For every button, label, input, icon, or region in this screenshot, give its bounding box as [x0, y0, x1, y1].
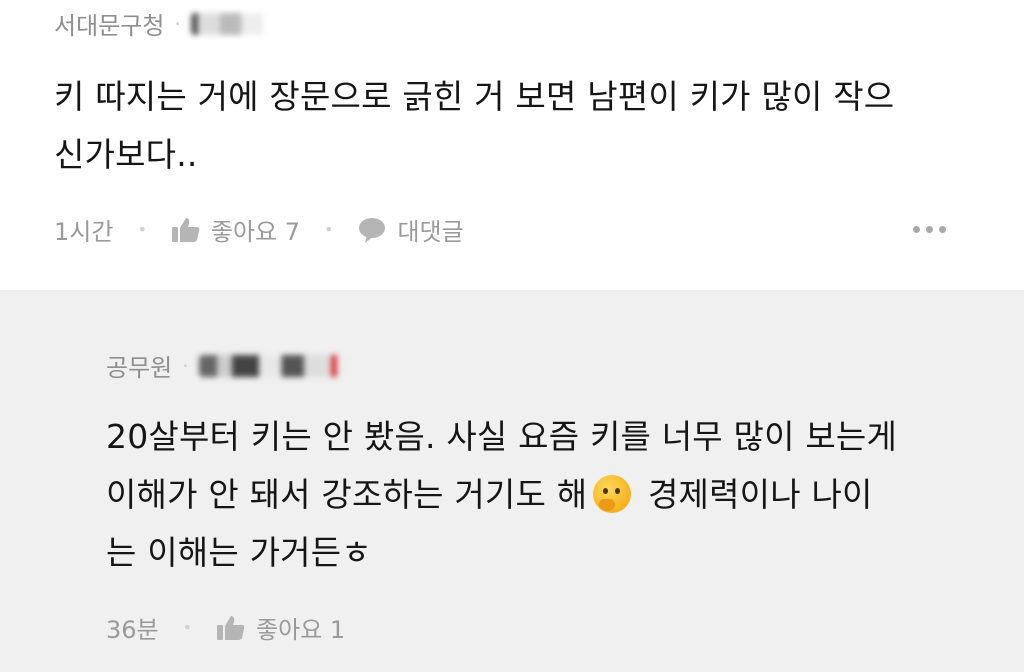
- like-label: 좋아요 1: [256, 616, 346, 644]
- blurred-user-id: [190, 12, 263, 35]
- thinking-face-emoji: [593, 475, 632, 513]
- reply-button[interactable]: 대댓글: [357, 212, 464, 247]
- thumbs-up-icon: [216, 614, 246, 642]
- comment-text-line: 이해가 안 돼서 강조하는 거기도 해 경제력이나 나이: [106, 466, 897, 524]
- comment-text-segment: 이해가 안 돼서 강조하는 거기도 해: [106, 475, 588, 514]
- comment-body: 키 따지는 거에 장문으로 긁힌 거 보면 남편이 키가 많이 작으 신가보다.…: [54, 68, 894, 184]
- comment-actions: 36분 • 좋아요 1: [106, 610, 345, 645]
- blurred-user-id: [198, 354, 349, 377]
- more-options-icon[interactable]: [913, 226, 946, 233]
- comment-text-line: 20살부터 키는 안 봤음. 사실 요즘 키를 너무 많이 보는게: [106, 417, 898, 456]
- comment-body: 20살부터 키는 안 봤음. 사실 요즘 키를 너무 많이 보는게 이해가 안 …: [106, 408, 897, 582]
- like-label: 좋아요 7: [210, 218, 301, 246]
- speech-bubble-icon: [357, 216, 387, 244]
- comment-time: 1시간: [54, 218, 114, 246]
- like-button[interactable]: 좋아요 7: [171, 212, 300, 247]
- comment-text-line: 는 이해는 가거든ㅎ: [106, 533, 372, 572]
- action-separator: •: [324, 220, 334, 239]
- action-separator: •: [182, 618, 193, 637]
- comment-meta: 공무원 ·: [106, 348, 349, 383]
- comment-actions: 1시간 • 좋아요 7 • 대댓글: [54, 212, 464, 247]
- author-name[interactable]: 공무원: [106, 348, 172, 383]
- meta-separator: ·: [182, 353, 189, 378]
- reply-comment-item: 공무원 · 20살부터 키는 안 봤음. 사실 요즘 키를 너무 많이 보는게 …: [0, 290, 1024, 672]
- action-separator: •: [137, 220, 147, 239]
- comment-time: 36분: [106, 616, 159, 644]
- comment-text-line: 신가보다..: [54, 135, 198, 174]
- comment-meta: 서대문구청 ·: [54, 6, 263, 41]
- meta-separator: ·: [174, 11, 181, 36]
- comment-text-line: 키 따지는 거에 장문으로 긁힌 거 보면 남편이 키가 많이 작으: [54, 77, 895, 116]
- thumbs-up-icon: [171, 216, 201, 244]
- like-button[interactable]: 좋아요 1: [216, 610, 345, 645]
- comment-item: 서대문구청 · 키 따지는 거에 장문으로 긁힌 거 보면 남편이 키가 많이 …: [0, 0, 1024, 290]
- author-name[interactable]: 서대문구청: [54, 6, 164, 41]
- comment-text-segment: 경제력이나 나이: [637, 475, 873, 514]
- reply-label: 대댓글: [397, 218, 464, 246]
